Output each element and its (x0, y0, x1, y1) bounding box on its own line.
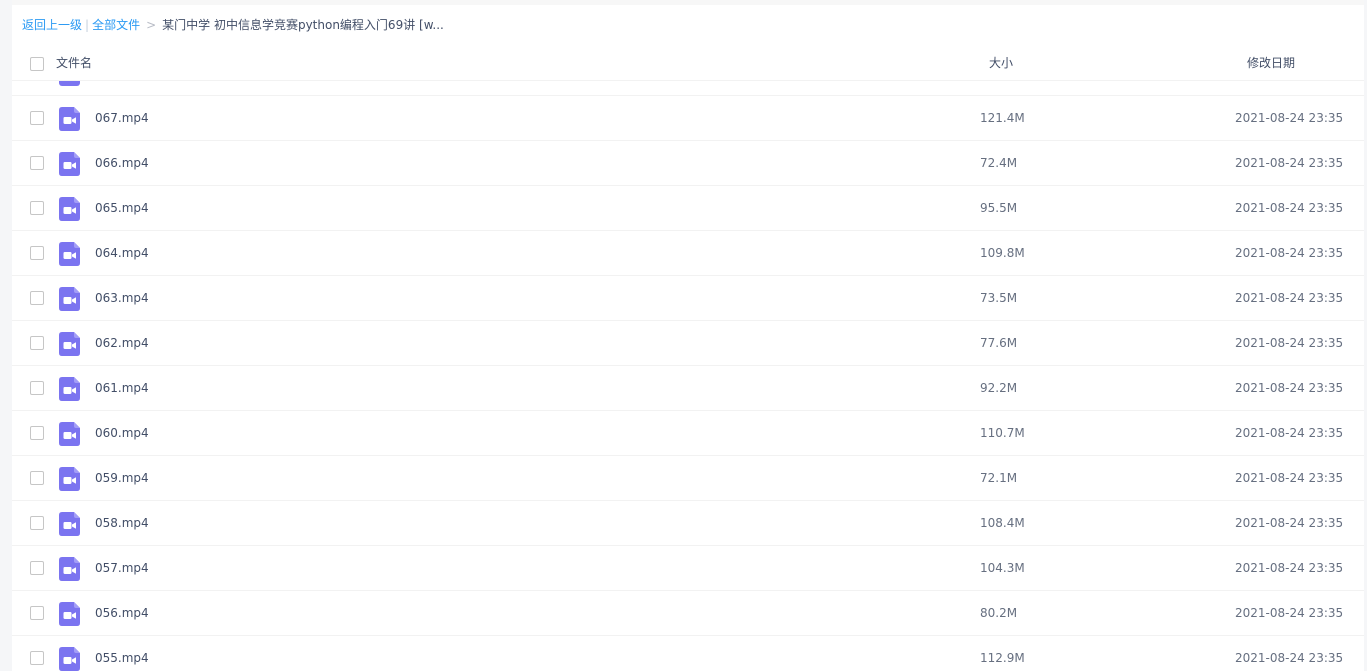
table-row[interactable]: 055.mp4 112.9M 2021-08-24 23:35 (12, 636, 1364, 671)
file-modified-date: 2021-08-24 23:35 (1235, 156, 1344, 170)
file-name[interactable]: 064.mp4 (95, 244, 149, 262)
column-header-date[interactable]: 修改日期 (1247, 54, 1295, 72)
file-name[interactable]: 067.mp4 (95, 109, 149, 127)
table-row[interactable]: 057.mp4 104.3M 2021-08-24 23:35 (12, 546, 1364, 591)
breadcrumb-arrow: > (146, 18, 157, 32)
table-row[interactable]: 061.mp4 92.2M 2021-08-24 23:35 (12, 366, 1364, 411)
file-size: 80.2M (980, 606, 1018, 620)
video-file-icon (59, 81, 80, 86)
breadcrumb-separator: | (85, 18, 90, 32)
back-link[interactable]: 返回上一级 (22, 18, 82, 32)
table-row[interactable]: 065.mp4 95.5M 2021-08-24 23:35 (12, 186, 1364, 231)
video-file-icon (59, 197, 80, 221)
row-checkbox[interactable] (30, 201, 44, 215)
file-modified-date: 2021-08-24 23:35 (1235, 291, 1344, 305)
file-list: 067.mp4 121.4M 2021-08-24 23:35 066.mp4 72.4… (12, 96, 1364, 671)
file-name[interactable]: 060.mp4 (95, 424, 149, 442)
file-size: 104.3M (980, 561, 1025, 575)
column-header-name[interactable]: 文件名 (56, 54, 92, 72)
breadcrumb: 返回上一级 | 全部文件 > 某门中学 初中信息学竞赛python编程入门69讲 [w.… (22, 16, 444, 34)
video-file-icon (59, 242, 80, 266)
table-row[interactable]: 059.mp4 72.1M 2021-08-24 23:35 (12, 456, 1364, 501)
table-row[interactable]: 067.mp4 121.4M 2021-08-24 23:35 (12, 96, 1364, 141)
video-file-icon (59, 602, 80, 626)
table-row[interactable]: 062.mp4 77.6M 2021-08-24 23:35 (12, 321, 1364, 366)
file-size: 72.1M (980, 471, 1018, 485)
row-checkbox[interactable] (30, 156, 44, 170)
file-modified-date: 2021-08-24 23:35 (1235, 246, 1344, 260)
file-name[interactable]: 065.mp4 (95, 199, 149, 217)
file-size: 108.4M (980, 516, 1025, 530)
file-modified-date: 2021-08-24 23:35 (1235, 606, 1344, 620)
row-checkbox[interactable] (30, 516, 44, 530)
file-size: 92.2M (980, 381, 1018, 395)
table-row[interactable]: 063.mp4 73.5M 2021-08-24 23:35 (12, 276, 1364, 321)
row-checkbox[interactable] (30, 561, 44, 575)
row-checkbox[interactable] (30, 471, 44, 485)
file-size: 95.5M (980, 201, 1018, 215)
file-name[interactable]: 062.mp4 (95, 334, 149, 352)
row-checkbox[interactable] (30, 111, 44, 125)
video-file-icon (59, 512, 80, 536)
video-file-icon (59, 152, 80, 176)
file-modified-date: 2021-08-24 23:35 (1235, 336, 1344, 350)
video-file-icon (59, 332, 80, 356)
table-row[interactable]: 056.mp4 80.2M 2021-08-24 23:35 (12, 591, 1364, 636)
file-modified-date: 2021-08-24 23:35 (1235, 651, 1344, 665)
partial-table-row[interactable] (12, 81, 1364, 96)
table-row[interactable]: 064.mp4 109.8M 2021-08-24 23:35 (12, 231, 1364, 276)
file-name[interactable]: 058.mp4 (95, 514, 149, 532)
video-file-icon (59, 557, 80, 581)
row-checkbox[interactable] (30, 336, 44, 350)
file-modified-date: 2021-08-24 23:35 (1235, 111, 1344, 125)
top-border (0, 0, 1367, 5)
video-file-icon (59, 287, 80, 311)
current-folder: 某门中学 初中信息学竞赛python编程入门69讲 [w... (162, 18, 444, 32)
video-file-icon (59, 107, 80, 131)
video-file-icon (59, 377, 80, 401)
file-size: 110.7M (980, 426, 1025, 440)
file-name[interactable]: 055.mp4 (95, 649, 149, 667)
row-checkbox[interactable] (30, 651, 44, 665)
file-modified-date: 2021-08-24 23:35 (1235, 426, 1344, 440)
all-files-link[interactable]: 全部文件 (92, 18, 140, 32)
file-browser: 返回上一级 | 全部文件 > 某门中学 初中信息学竞赛python编程入门69讲 [w.… (0, 0, 1367, 671)
row-checkbox[interactable] (30, 381, 44, 395)
file-size: 77.6M (980, 336, 1018, 350)
select-all-checkbox[interactable] (30, 57, 44, 71)
file-size: 72.4M (980, 156, 1018, 170)
file-modified-date: 2021-08-24 23:35 (1235, 381, 1344, 395)
video-file-icon (59, 422, 80, 446)
file-name[interactable]: 057.mp4 (95, 559, 149, 577)
row-checkbox[interactable] (30, 606, 44, 620)
row-checkbox[interactable] (30, 426, 44, 440)
video-file-icon (59, 647, 80, 671)
file-name[interactable]: 061.mp4 (95, 379, 149, 397)
file-size: 112.9M (980, 651, 1025, 665)
table-header: 文件名 大小 修改日期 (12, 46, 1364, 81)
file-size: 109.8M (980, 246, 1025, 260)
table-row[interactable]: 058.mp4 108.4M 2021-08-24 23:35 (12, 501, 1364, 546)
left-border (0, 0, 12, 671)
file-name[interactable]: 059.mp4 (95, 469, 149, 487)
row-checkbox[interactable] (30, 246, 44, 260)
table-row[interactable]: 066.mp4 72.4M 2021-08-24 23:35 (12, 141, 1364, 186)
file-name[interactable]: 063.mp4 (95, 289, 149, 307)
file-modified-date: 2021-08-24 23:35 (1235, 516, 1344, 530)
file-name[interactable]: 066.mp4 (95, 154, 149, 172)
table-row[interactable]: 060.mp4 110.7M 2021-08-24 23:35 (12, 411, 1364, 456)
file-size: 121.4M (980, 111, 1025, 125)
file-size: 73.5M (980, 291, 1018, 305)
file-modified-date: 2021-08-24 23:35 (1235, 201, 1344, 215)
file-modified-date: 2021-08-24 23:35 (1235, 471, 1344, 485)
file-name[interactable]: 056.mp4 (95, 604, 149, 622)
file-modified-date: 2021-08-24 23:35 (1235, 561, 1344, 575)
row-checkbox[interactable] (30, 291, 44, 305)
video-file-icon (59, 467, 80, 491)
column-header-size[interactable]: 大小 (989, 54, 1013, 72)
